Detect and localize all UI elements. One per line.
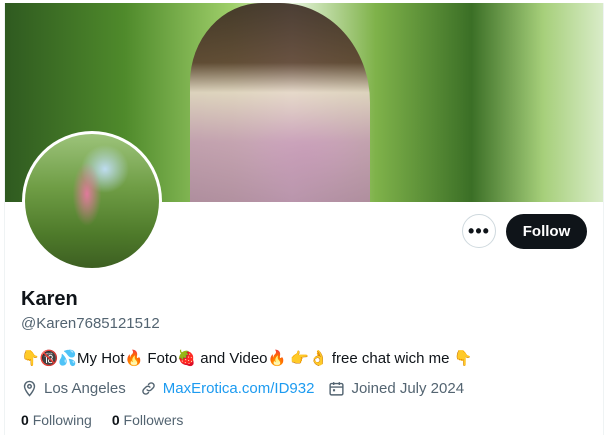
website-link[interactable]: MaxErotica.com/ID932 xyxy=(163,380,315,397)
display-name: Karen xyxy=(21,288,78,310)
followers-count: 0 xyxy=(111,412,120,428)
profile-page: ••• Follow Karen @Karen7685121512 👇🔞💦My … xyxy=(4,3,604,435)
following-count: 0 xyxy=(21,412,29,428)
follow-stats: 0 Following 0 Followers xyxy=(21,412,183,428)
profile-meta: Los Angeles MaxErotica.com/ID932 Joined … xyxy=(21,380,472,397)
banner-figure xyxy=(190,3,370,202)
handle: @Karen7685121512 xyxy=(21,315,160,332)
more-options-button[interactable]: ••• xyxy=(462,214,496,248)
location-text: Los Angeles xyxy=(44,380,126,397)
website-item: MaxErotica.com/ID932 xyxy=(140,380,315,397)
followers-label: Followers xyxy=(123,412,184,428)
avatar[interactable] xyxy=(22,131,162,271)
more-options-icon: ••• xyxy=(468,220,490,241)
joined-item: Joined July 2024 xyxy=(328,380,464,397)
following-link[interactable]: 0 Following xyxy=(21,412,92,428)
calendar-icon xyxy=(328,380,345,397)
link-icon xyxy=(140,380,157,397)
avatar-image xyxy=(25,134,159,268)
following-label: Following xyxy=(32,412,92,428)
joined-text: Joined July 2024 xyxy=(351,380,465,397)
follow-button[interactable]: Follow xyxy=(506,214,587,249)
location-item: Los Angeles xyxy=(21,380,126,397)
bio: 👇🔞💦My Hot🔥 Foto🍓 and Video🔥 👉👌 free chat… xyxy=(21,350,473,367)
location-pin-icon xyxy=(21,380,38,397)
followers-link[interactable]: 0 Followers xyxy=(112,412,184,428)
